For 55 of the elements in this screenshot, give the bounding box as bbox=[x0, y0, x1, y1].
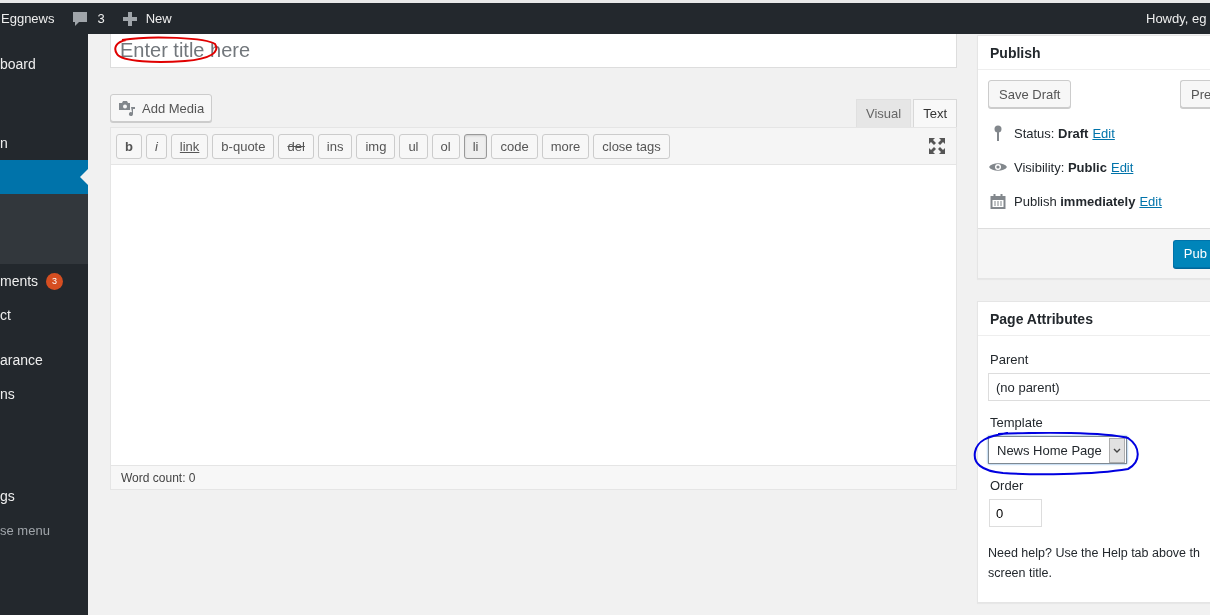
editor-tab[interactable]: Visual bbox=[855, 99, 912, 127]
panel-title: Publish bbox=[978, 36, 1210, 70]
format-button[interactable]: b-quote bbox=[212, 133, 275, 159]
greeting-text[interactable]: Howdy, eg bbox=[1146, 11, 1210, 26]
fullscreen-icon[interactable] bbox=[929, 138, 945, 154]
template-select[interactable]: News Home Page bbox=[988, 436, 1127, 464]
editor-tab[interactable]: Text bbox=[913, 99, 957, 127]
format-button[interactable]: ol bbox=[431, 133, 460, 159]
field-label: Order bbox=[990, 478, 1024, 493]
add-media-button[interactable]: Add Media bbox=[110, 94, 213, 122]
order-field[interactable]: 0 bbox=[989, 499, 1042, 527]
comment-icon bbox=[72, 10, 89, 27]
publish-setting: Visibility: Public bbox=[1014, 159, 1107, 175]
calendar-icon bbox=[988, 192, 1008, 210]
field-label: Template bbox=[990, 415, 1043, 430]
menu-item[interactable]: n bbox=[0, 126, 88, 160]
help-text: screen title. bbox=[988, 565, 1053, 582]
new-link[interactable]: New bbox=[145, 11, 172, 26]
field-label: Parent bbox=[990, 352, 1029, 367]
edit-link[interactable]: Edit bbox=[1092, 125, 1115, 141]
help-text: Need help? Use the Help tab above th bbox=[988, 545, 1201, 562]
format-button[interactable]: i bbox=[145, 133, 167, 159]
format-button[interactable]: del bbox=[278, 133, 314, 159]
format-button[interactable]: img bbox=[356, 133, 396, 159]
save-draft-button[interactable]: Save Draft bbox=[988, 80, 1072, 108]
format-button[interactable]: li bbox=[463, 133, 488, 159]
edit-link[interactable]: Edit bbox=[1110, 159, 1134, 175]
format-button[interactable]: more bbox=[541, 133, 590, 159]
menu-item[interactable] bbox=[0, 160, 88, 194]
menu-item[interactable]: board bbox=[0, 47, 88, 81]
comment-count[interactable]: 3 bbox=[97, 11, 105, 26]
format-button[interactable]: b bbox=[116, 133, 142, 159]
menu-item[interactable]: se menu bbox=[0, 513, 88, 547]
menu-item[interactable]: ns bbox=[0, 377, 88, 411]
format-button[interactable]: close tags bbox=[593, 133, 670, 159]
count-badge: 3 bbox=[46, 272, 64, 290]
publish-setting: Status: Draft bbox=[1014, 125, 1089, 141]
format-button[interactable]: ins bbox=[317, 133, 353, 159]
site-link[interactable]: Eggnews bbox=[0, 11, 55, 26]
format-button[interactable]: link bbox=[170, 133, 209, 159]
edit-link[interactable]: Edit bbox=[1139, 193, 1162, 209]
preview-button[interactable]: Pre bbox=[1180, 80, 1210, 108]
publish-setting: Publish immediately bbox=[1014, 193, 1136, 209]
format-button[interactable]: ul bbox=[399, 133, 428, 159]
plus-icon bbox=[122, 11, 137, 26]
format-button[interactable]: code bbox=[491, 133, 538, 159]
word-count: Word count: 0 bbox=[121, 470, 196, 485]
menu-item[interactable]: ct bbox=[0, 298, 88, 332]
publish-button[interactable]: Pub bbox=[1172, 239, 1210, 268]
media-icon bbox=[118, 100, 136, 116]
menu-item[interactable]: arance bbox=[0, 343, 88, 377]
menu-item[interactable]: gs bbox=[0, 479, 88, 513]
panel-title: Page Attributes bbox=[978, 302, 1210, 336]
parent-select[interactable]: (no parent) bbox=[988, 373, 1210, 401]
menu-item[interactable]: ments 3 bbox=[0, 264, 88, 298]
